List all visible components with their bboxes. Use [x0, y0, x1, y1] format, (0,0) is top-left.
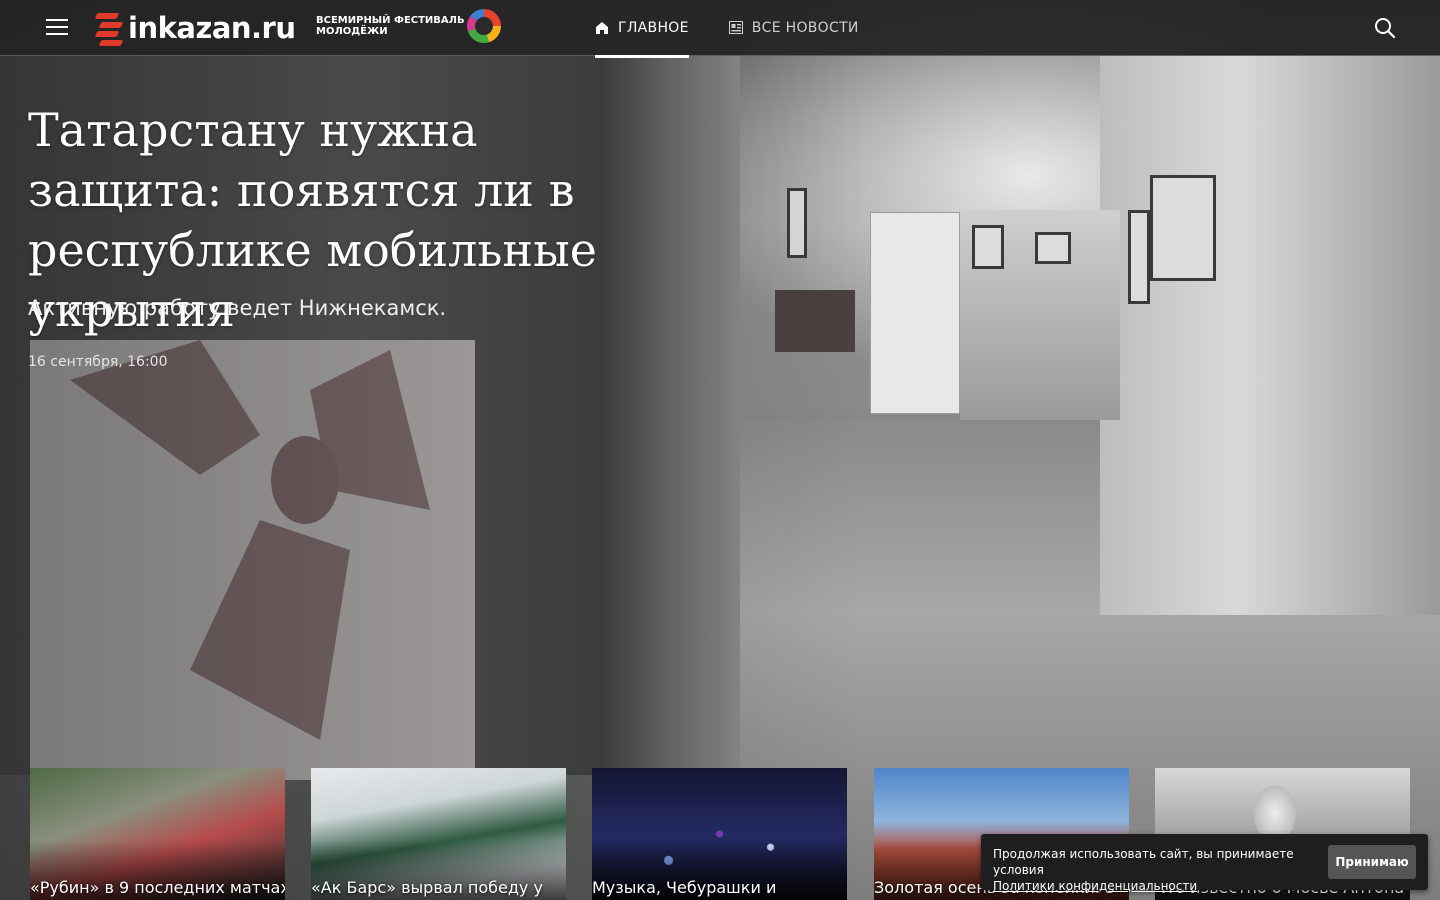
festival-banner[interactable]: ВСЕМИРНЫЙ ФЕСТИВАЛЬ МОЛОДЁЖИ — [316, 15, 465, 37]
festival-line-1: ВСЕМИРНЫЙ ФЕСТИВАЛЬ — [316, 15, 465, 26]
search-icon[interactable] — [1374, 17, 1396, 39]
hero-date: 16 сентября, 16:00 — [28, 354, 168, 370]
cookie-banner: Продолжая использовать сайт, вы принимае… — [981, 834, 1428, 893]
privacy-policy-link[interactable]: Политики конфиденциальности — [993, 879, 1197, 893]
logo-flame-icon — [92, 10, 124, 46]
news-card[interactable]: «Ак Барс» вырвал победу у — [311, 768, 566, 900]
home-icon — [596, 21, 608, 34]
main-nav: ГЛАВНОЕ ВСЕ НОВОСТИ — [595, 0, 899, 58]
logo-text: inkazan.ru — [128, 11, 296, 45]
newspaper-icon — [728, 21, 743, 34]
hero-lead: Активную работу ведет Нижнекамск. — [28, 296, 447, 320]
nav-item-label: ВСЕ НОВОСТИ — [751, 19, 859, 36]
hamburger-icon[interactable] — [46, 19, 68, 37]
news-card[interactable]: Музыка, Чебурашки и — [592, 768, 847, 900]
nav-item-label: ГЛАВНОЕ — [618, 19, 689, 36]
cookie-message: Продолжая использовать сайт, вы принимае… — [993, 846, 1329, 894]
cookie-text: Продолжая использовать сайт, вы принимае… — [993, 847, 1294, 877]
news-card[interactable]: «Рубин» в 9 последних матчах — [30, 768, 285, 900]
site-logo[interactable]: inkazan.ru — [92, 9, 296, 47]
card-title: Музыка, Чебурашки и — [592, 878, 777, 897]
nav-item-main[interactable]: ГЛАВНОЕ — [595, 0, 689, 58]
card-title: «Рубин» в 9 последних матчах — [30, 878, 285, 897]
nav-item-all-news[interactable]: ВСЕ НОВОСТИ — [728, 0, 859, 55]
top-navigation-bar: inkazan.ru ВСЕМИРНЫЙ ФЕСТИВАЛЬ МОЛОДЁЖИ … — [0, 0, 1440, 58]
accept-cookies-button[interactable]: Принимаю — [1328, 845, 1416, 879]
card-title: «Ак Барс» вырвал победу у — [311, 878, 543, 897]
festival-line-2: МОЛОДЁЖИ — [316, 26, 388, 37]
festival-logo-icon[interactable] — [467, 9, 501, 43]
